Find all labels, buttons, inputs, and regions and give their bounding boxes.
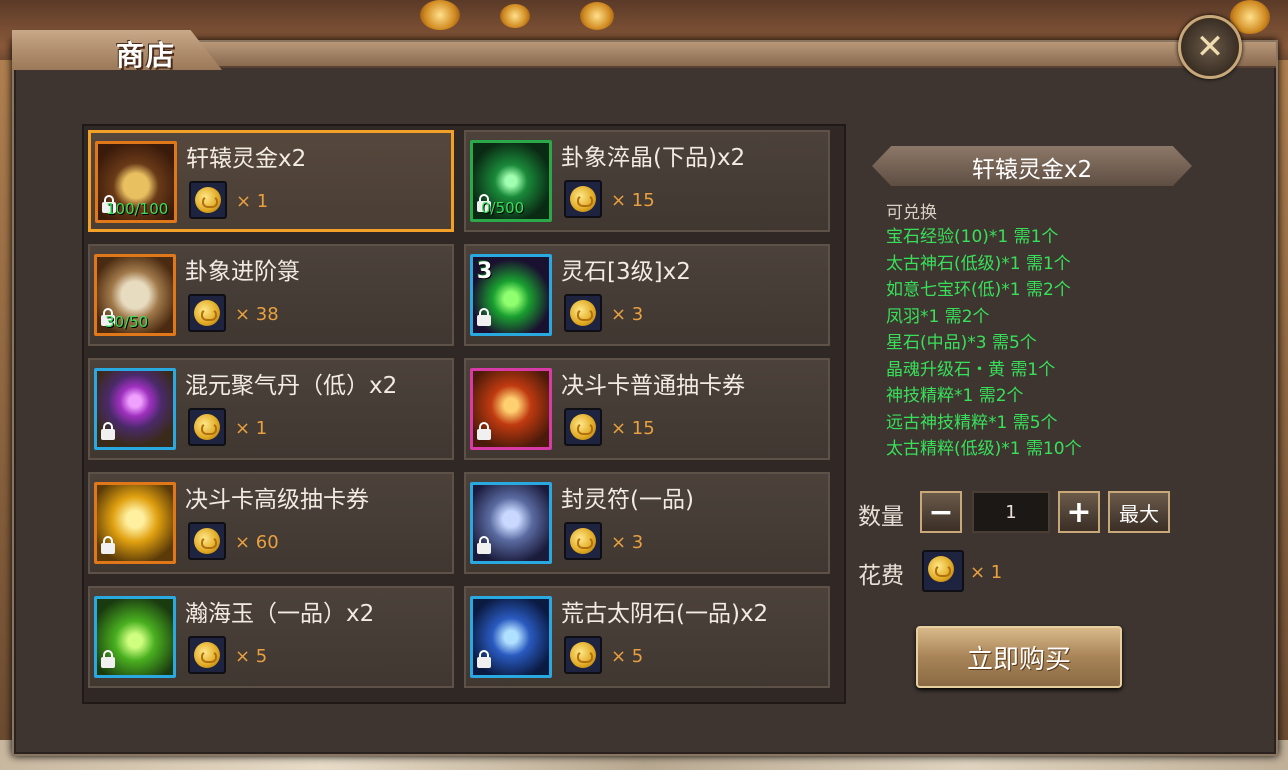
close-button[interactable]: ✕ — [1178, 15, 1242, 79]
detail-title: 轩辕灵金x2 — [971, 157, 1093, 183]
shop-item[interactable]: 混元聚气丹（低）x2 × 1 — [88, 358, 454, 460]
item-icon-frame — [470, 482, 552, 564]
shop-item[interactable]: 100/100 轩辕灵金x2 × 1 — [88, 130, 454, 232]
item-price: × 5 — [235, 646, 268, 667]
item-icon-frame: 0/500 — [470, 140, 552, 222]
lock-icon — [477, 308, 491, 329]
plus-icon: + — [1066, 494, 1092, 530]
item-price: × 15 — [611, 190, 655, 211]
reward-item: 宝石经验(10)*1 需1个 — [886, 227, 1059, 247]
item-name: 封灵符(一品) — [561, 487, 694, 513]
item-price: × 38 — [235, 304, 279, 325]
coin-icon — [189, 181, 227, 219]
item-name: 轩辕灵金x2 — [186, 146, 307, 172]
item-icon-frame: 30/50 — [94, 254, 176, 336]
lock-icon — [101, 650, 115, 671]
item-name: 卦象进阶箓 — [185, 259, 300, 285]
shop-title: 商店 — [116, 39, 177, 72]
item-level-badge: 3 — [477, 259, 493, 284]
coin-icon — [922, 550, 964, 592]
quantity-label: 数量 — [858, 504, 904, 530]
item-price: × 3 — [611, 532, 644, 553]
coin-icon — [564, 408, 602, 446]
reward-item: 如意七宝环(低)*1 需2个 — [886, 280, 1071, 300]
lock-icon — [477, 650, 491, 671]
reward-item: 神技精粹*1 需2个 — [886, 386, 1024, 406]
reward-item: 太古精粹(低级)*1 需10个 — [886, 439, 1082, 459]
buy-now-button[interactable]: 立即购买 — [916, 626, 1122, 688]
item-price: × 60 — [235, 532, 279, 553]
item-name: 混元聚气丹（低）x2 — [185, 373, 398, 399]
item-name: 荒古太阴石(一品)x2 — [561, 601, 769, 627]
item-progress: 100/100 — [106, 200, 169, 218]
reward-item: 太古神石(低级)*1 需1个 — [886, 253, 1071, 274]
coin-icon — [564, 522, 602, 560]
item-name: 瀚海玉（一品）x2 — [185, 601, 375, 627]
item-icon-frame — [94, 596, 176, 678]
coin-icon — [188, 294, 226, 332]
shop-item[interactable]: 封灵符(一品) × 3 — [464, 472, 830, 574]
item-progress: 30/50 — [105, 313, 149, 331]
reward-item: 晶魂升级石・黄 需1个 — [886, 359, 1056, 380]
coin-icon — [188, 636, 226, 674]
decrease-quantity-button[interactable]: − — [920, 491, 962, 533]
item-name: 决斗卡普通抽卡券 — [561, 373, 745, 399]
lock-icon — [477, 536, 491, 557]
coin-icon — [188, 408, 226, 446]
cost-label: 花费 — [858, 563, 904, 589]
coin-icon — [188, 522, 226, 560]
item-price: × 1 — [236, 191, 269, 212]
shop-item[interactable]: 3 灵石[3级]x2 × 3 — [464, 244, 830, 346]
item-icon-frame: 100/100 — [95, 141, 177, 223]
item-progress: 0/500 — [481, 199, 525, 217]
item-name: 灵石[3级]x2 — [561, 259, 691, 285]
lock-icon — [101, 422, 115, 443]
lantern-decoration — [500, 4, 530, 28]
max-quantity-button[interactable]: 最大 — [1108, 491, 1170, 533]
item-price: × 3 — [611, 304, 644, 325]
reward-list: 宝石经验(10)*1 需1个 太古神石(低级)*1 需1个 如意七宝环(低)*1… — [886, 224, 1082, 463]
close-icon: ✕ — [1195, 27, 1225, 67]
lock-icon — [477, 422, 491, 443]
item-name: 卦象淬晶(下品)x2 — [561, 145, 746, 171]
item-icon-frame: 3 — [470, 254, 552, 336]
item-name: 决斗卡高级抽卡券 — [185, 487, 369, 513]
shop-item[interactable]: 瀚海玉（一品）x2 × 5 — [88, 586, 454, 688]
cost-amount: × 1 — [970, 562, 1003, 583]
lantern-decoration — [580, 2, 614, 30]
shop-item[interactable]: 0/500 卦象淬晶(下品)x2 × 15 — [464, 130, 830, 232]
lock-icon — [101, 536, 115, 557]
reward-item: 远古神技精粹*1 需5个 — [886, 412, 1058, 433]
item-icon-frame — [94, 482, 176, 564]
exchangeable-label: 可兑换 — [886, 203, 937, 223]
shop-panel: 商店 ✕ 100/100 轩辕灵金x2 × 1 0/500 卦象淬晶(下品)x2… — [12, 15, 1278, 756]
reward-item: 凤羽*1 需2个 — [886, 306, 990, 327]
lantern-decoration — [420, 0, 460, 30]
coin-icon — [564, 180, 602, 218]
item-icon-frame — [94, 368, 176, 450]
coin-icon — [564, 294, 602, 332]
reward-item: 星石(中品)*3 需5个 — [886, 333, 1037, 353]
shop-item[interactable]: 决斗卡高级抽卡券 × 60 — [88, 472, 454, 574]
increase-quantity-button[interactable]: + — [1058, 491, 1100, 533]
quantity-input[interactable]: 1 — [972, 491, 1050, 533]
shop-item[interactable]: 30/50 卦象进阶箓 × 38 — [88, 244, 454, 346]
item-price: × 1 — [235, 418, 268, 439]
item-price: × 5 — [611, 646, 644, 667]
coin-icon — [564, 636, 602, 674]
item-icon-frame — [470, 596, 552, 678]
item-icon-frame — [470, 368, 552, 450]
minus-icon: − — [928, 494, 954, 530]
shop-item[interactable]: 决斗卡普通抽卡券 × 15 — [464, 358, 830, 460]
item-price: × 15 — [611, 418, 655, 439]
shop-item[interactable]: 荒古太阴石(一品)x2 × 5 — [464, 586, 830, 688]
